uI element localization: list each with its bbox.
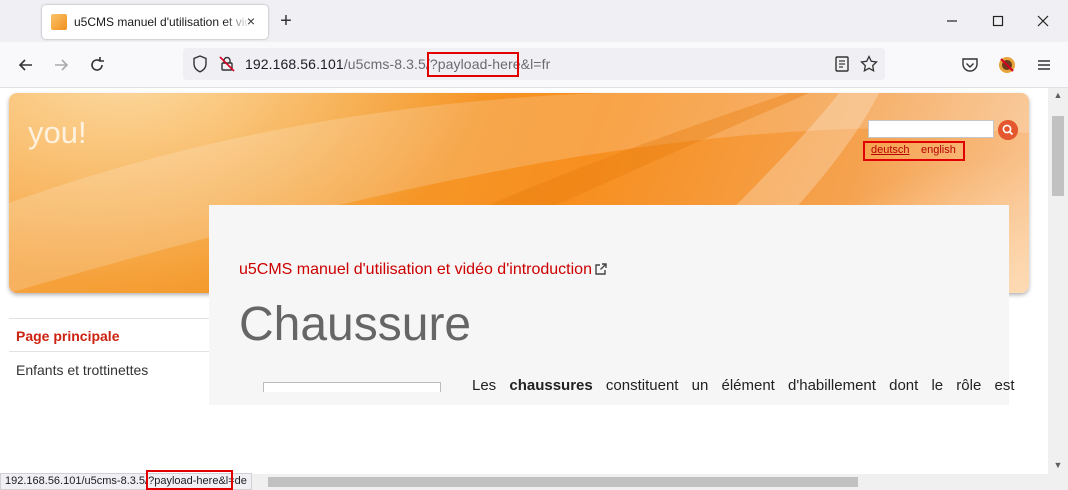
navigation-bar: 192.168.56.101/u5cms-8.3.5/?payload-here… bbox=[0, 42, 1068, 88]
menu-icon[interactable] bbox=[1034, 55, 1054, 75]
site-favicon-icon bbox=[51, 14, 67, 30]
forward-icon[interactable] bbox=[51, 55, 71, 75]
lang-link-deutsch[interactable]: deutsch bbox=[871, 144, 910, 156]
permissions-icon[interactable] bbox=[217, 54, 237, 74]
search-icon[interactable] bbox=[998, 120, 1018, 140]
article-body-text: Les chaussures constituent un élément d'… bbox=[472, 377, 1015, 394]
external-link-icon bbox=[595, 263, 607, 275]
page-title: Chaussure bbox=[239, 298, 472, 351]
close-icon[interactable] bbox=[1035, 13, 1051, 29]
reload-icon[interactable] bbox=[87, 55, 107, 75]
extension-icon[interactable] bbox=[997, 55, 1017, 75]
scrollbar-corner bbox=[1048, 474, 1068, 490]
tab-close-icon[interactable]: × bbox=[244, 14, 258, 28]
lang-link-english[interactable]: english bbox=[921, 144, 956, 156]
title-bar: u5CMS manuel d'utilisation et vidéo d'in… bbox=[0, 0, 1068, 42]
intro-video-link[interactable]: u5CMS manuel d'utilisation et vidéo d'in… bbox=[239, 261, 592, 279]
sidebar-item-page-principale[interactable]: Page principale bbox=[9, 318, 209, 352]
scroll-up-arrow-icon[interactable]: ▲ bbox=[1052, 90, 1064, 100]
new-tab-button[interactable]: + bbox=[276, 11, 296, 31]
url-query-rest: &l=fr bbox=[520, 56, 551, 72]
address-bar[interactable]: 192.168.56.101/u5cms-8.3.5/?payload-here… bbox=[183, 48, 885, 80]
sidebar-item-enfants-trottinettes[interactable]: Enfants et trottinettes bbox=[9, 353, 209, 387]
maximize-icon[interactable] bbox=[990, 13, 1006, 29]
url-path: /u5cms-8.3.5/ bbox=[343, 56, 430, 72]
tab-title: u5CMS manuel d'utilisation et vidéo d'in… bbox=[74, 15, 250, 29]
shield-icon[interactable] bbox=[190, 54, 210, 74]
url-highlight-box bbox=[427, 52, 519, 77]
status-url-prefix: 192.168.56.101/u5cms-8.3.5/ bbox=[5, 475, 149, 487]
sidebar-widget-box bbox=[263, 382, 441, 392]
back-icon[interactable] bbox=[16, 55, 36, 75]
vertical-scrollbar[interactable]: ▲ ▼ bbox=[1048, 88, 1068, 474]
site-logo[interactable]: you! bbox=[28, 115, 87, 151]
browser-tab[interactable]: u5CMS manuel d'utilisation et vidéo d'in… bbox=[42, 5, 268, 39]
horizontal-scroll-thumb[interactable] bbox=[268, 477, 858, 487]
pocket-icon[interactable] bbox=[960, 55, 980, 75]
status-highlight-box bbox=[146, 470, 233, 490]
bookmark-star-icon[interactable] bbox=[859, 54, 879, 74]
reader-view-icon[interactable] bbox=[832, 54, 852, 74]
minimize-icon[interactable] bbox=[944, 13, 960, 29]
scroll-down-arrow-icon[interactable]: ▼ bbox=[1052, 460, 1064, 470]
search-input[interactable] bbox=[868, 120, 994, 138]
vertical-scroll-thumb[interactable] bbox=[1052, 116, 1064, 196]
url-host: 192.168.56.101 bbox=[245, 56, 344, 72]
